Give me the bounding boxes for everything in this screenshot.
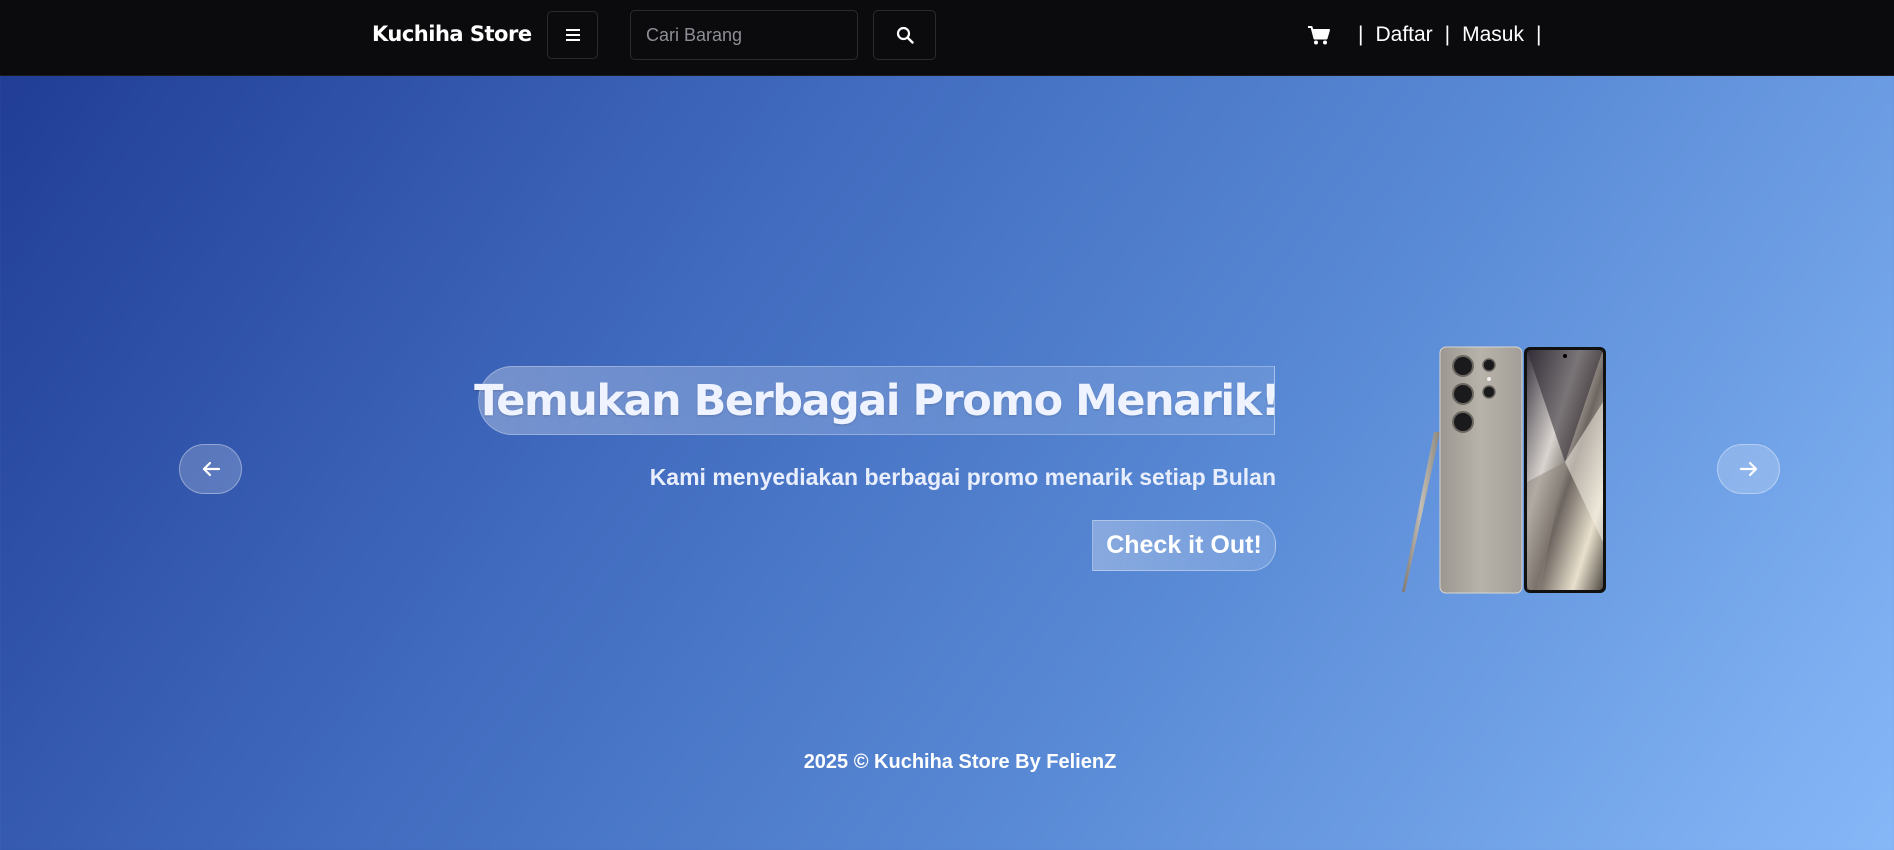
auth-links: | Daftar | Masuk | xyxy=(1356,23,1543,47)
auth-separator: | xyxy=(1444,23,1451,46)
hero-title-banner: Temukan Berbagai Promo Menarik! xyxy=(474,366,1280,435)
shopping-cart-icon xyxy=(1308,25,1330,44)
carousel-prev-button[interactable] xyxy=(179,444,242,494)
check-it-out-button[interactable]: Check it Out! xyxy=(1092,520,1276,571)
menu-toggle-button[interactable] xyxy=(547,11,598,59)
search-button[interactable] xyxy=(873,10,936,60)
hamburger-menu-icon xyxy=(565,29,580,41)
search-input[interactable] xyxy=(630,10,858,60)
carousel-next-button[interactable] xyxy=(1717,444,1780,494)
footer-copyright: 2025 © Kuchiha Store By FelienZ xyxy=(803,751,1117,773)
login-link[interactable]: Masuk xyxy=(1452,23,1534,47)
smartphone-with-stylus-product-image xyxy=(1402,346,1606,594)
brand-logo[interactable]: Kuchiha Store xyxy=(372,22,532,46)
auth-separator: | xyxy=(1535,23,1542,46)
arrow-left-icon xyxy=(202,461,220,477)
auth-separator: | xyxy=(1358,23,1364,46)
top-navbar: Kuchiha Store | Daftar | Masuk | xyxy=(0,0,1894,76)
hero-subtitle: Kami menyediakan berbagai promo menarik … xyxy=(649,464,1276,490)
cart-button[interactable] xyxy=(1306,23,1332,47)
arrow-right-icon xyxy=(1739,461,1757,477)
hero-title: Temukan Berbagai Promo Menarik! xyxy=(474,375,1280,426)
search-icon xyxy=(896,26,914,44)
register-link[interactable]: Daftar xyxy=(1365,23,1442,47)
